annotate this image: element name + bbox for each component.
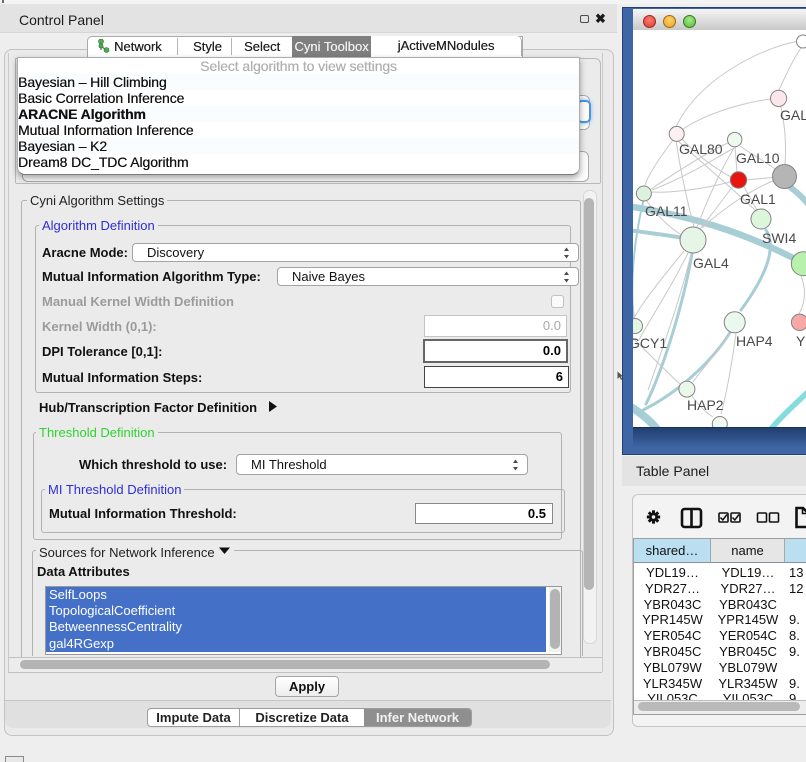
svg-text:GAL4: GAL4 [693, 255, 729, 271]
svg-text:HAP4: HAP4 [736, 333, 773, 349]
svg-text:GAL: GAL [780, 107, 806, 123]
svg-text:GAL1: GAL1 [740, 191, 776, 207]
svg-text:GAL80: GAL80 [679, 141, 723, 157]
svg-text:HAP2: HAP2 [687, 397, 724, 413]
svg-text:Y: Y [796, 333, 806, 349]
svg-text:GAL10: GAL10 [736, 150, 780, 166]
svg-text:SWI4: SWI4 [762, 230, 796, 246]
svg-text:GAL11: GAL11 [645, 203, 688, 219]
svg-text:GCY1: GCY1 [633, 335, 667, 351]
